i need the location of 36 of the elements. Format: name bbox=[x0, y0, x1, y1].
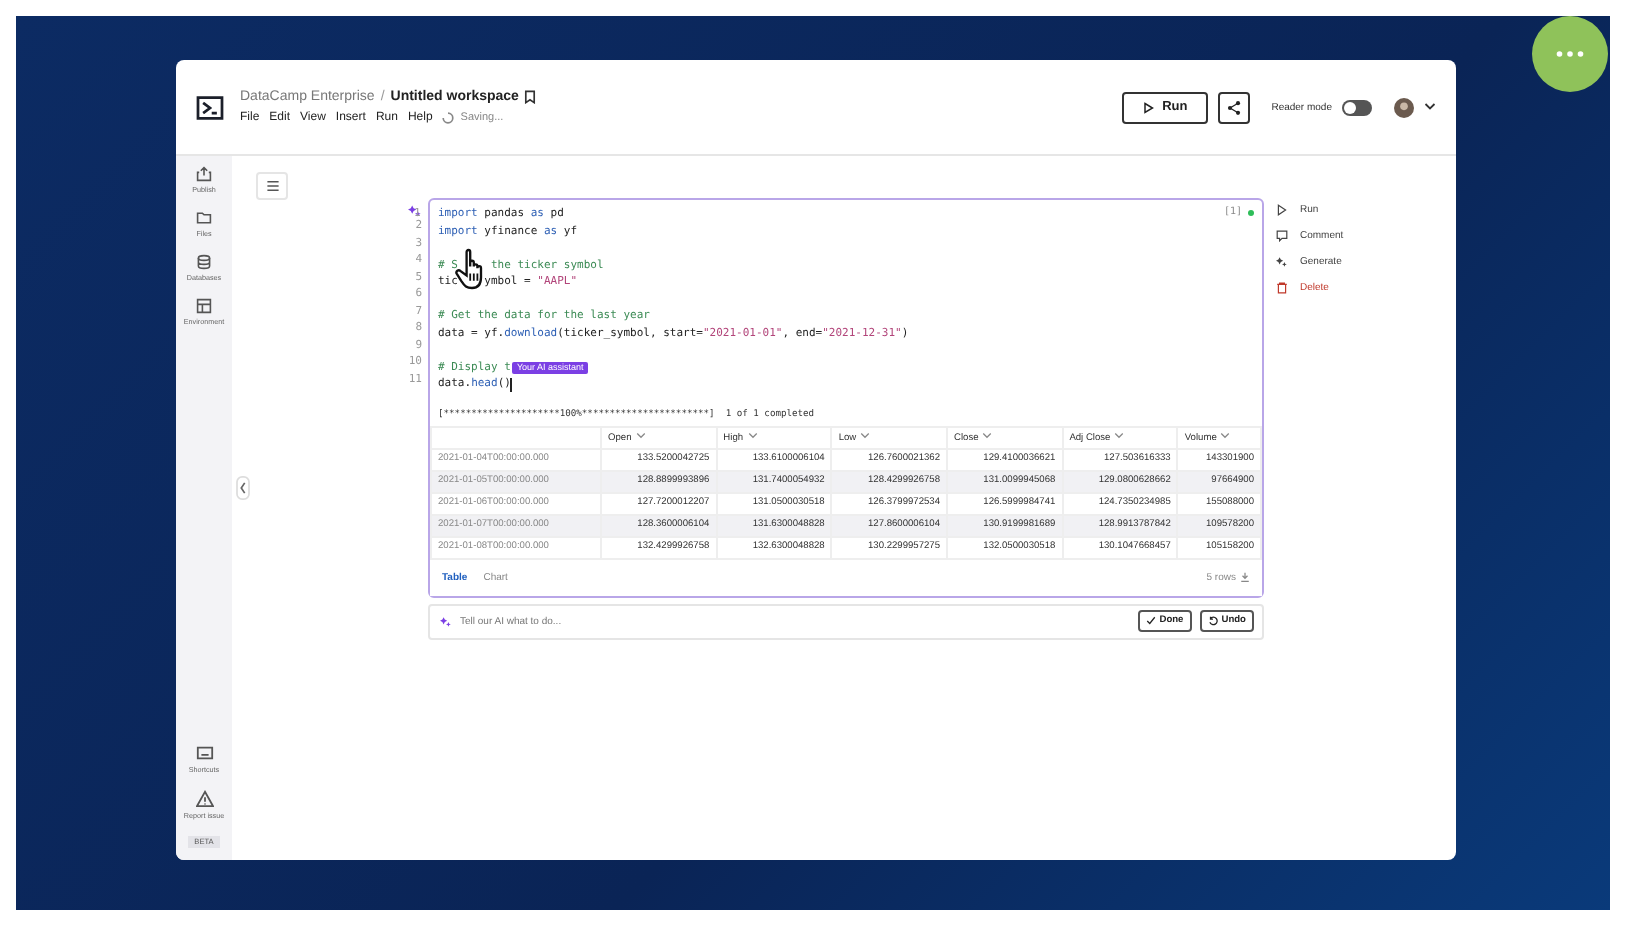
status-dot bbox=[1248, 210, 1254, 216]
spinner-icon bbox=[442, 112, 455, 124]
sparkle-icon[interactable] bbox=[1276, 256, 1288, 268]
comment-icon[interactable] bbox=[1276, 230, 1288, 242]
chevron-icon[interactable] bbox=[635, 431, 646, 439]
share-icon bbox=[1225, 99, 1242, 115]
logo-icon bbox=[196, 95, 224, 119]
list-icon bbox=[265, 180, 279, 192]
more-icon bbox=[1556, 50, 1584, 58]
check-icon bbox=[1145, 616, 1156, 626]
download-icon[interactable] bbox=[1240, 572, 1250, 582]
undo-icon bbox=[1207, 616, 1218, 626]
play-icon[interactable] bbox=[1276, 204, 1288, 216]
chevron-icon[interactable] bbox=[860, 431, 871, 439]
chevron-icon[interactable] bbox=[747, 431, 758, 439]
environment-icon[interactable] bbox=[196, 298, 212, 314]
keyboard-icon[interactable] bbox=[195, 744, 213, 762]
databases-icon[interactable] bbox=[196, 254, 212, 270]
share-button[interactable] bbox=[1217, 91, 1250, 123]
chevron-icon[interactable] bbox=[982, 431, 993, 439]
bookmark-icon[interactable] bbox=[524, 90, 537, 104]
publish-icon[interactable] bbox=[195, 166, 212, 182]
warning-icon[interactable] bbox=[195, 790, 213, 808]
outline-button[interactable] bbox=[256, 172, 288, 200]
trash-icon[interactable] bbox=[1276, 282, 1288, 294]
collapse-handle-icon[interactable] bbox=[236, 476, 250, 500]
reader-mode-toggle[interactable] bbox=[1342, 99, 1372, 115]
sparkle-icon[interactable] bbox=[408, 204, 422, 218]
text-cursor bbox=[510, 377, 513, 392]
avatar-icon[interactable] bbox=[1394, 97, 1414, 117]
chevron-icon[interactable] bbox=[1220, 431, 1231, 439]
chevron-icon[interactable] bbox=[1114, 431, 1125, 439]
caret-icon[interactable] bbox=[1424, 102, 1436, 112]
files-icon[interactable] bbox=[196, 210, 212, 226]
sparkle-icon bbox=[440, 615, 452, 627]
play-icon bbox=[1142, 101, 1155, 113]
